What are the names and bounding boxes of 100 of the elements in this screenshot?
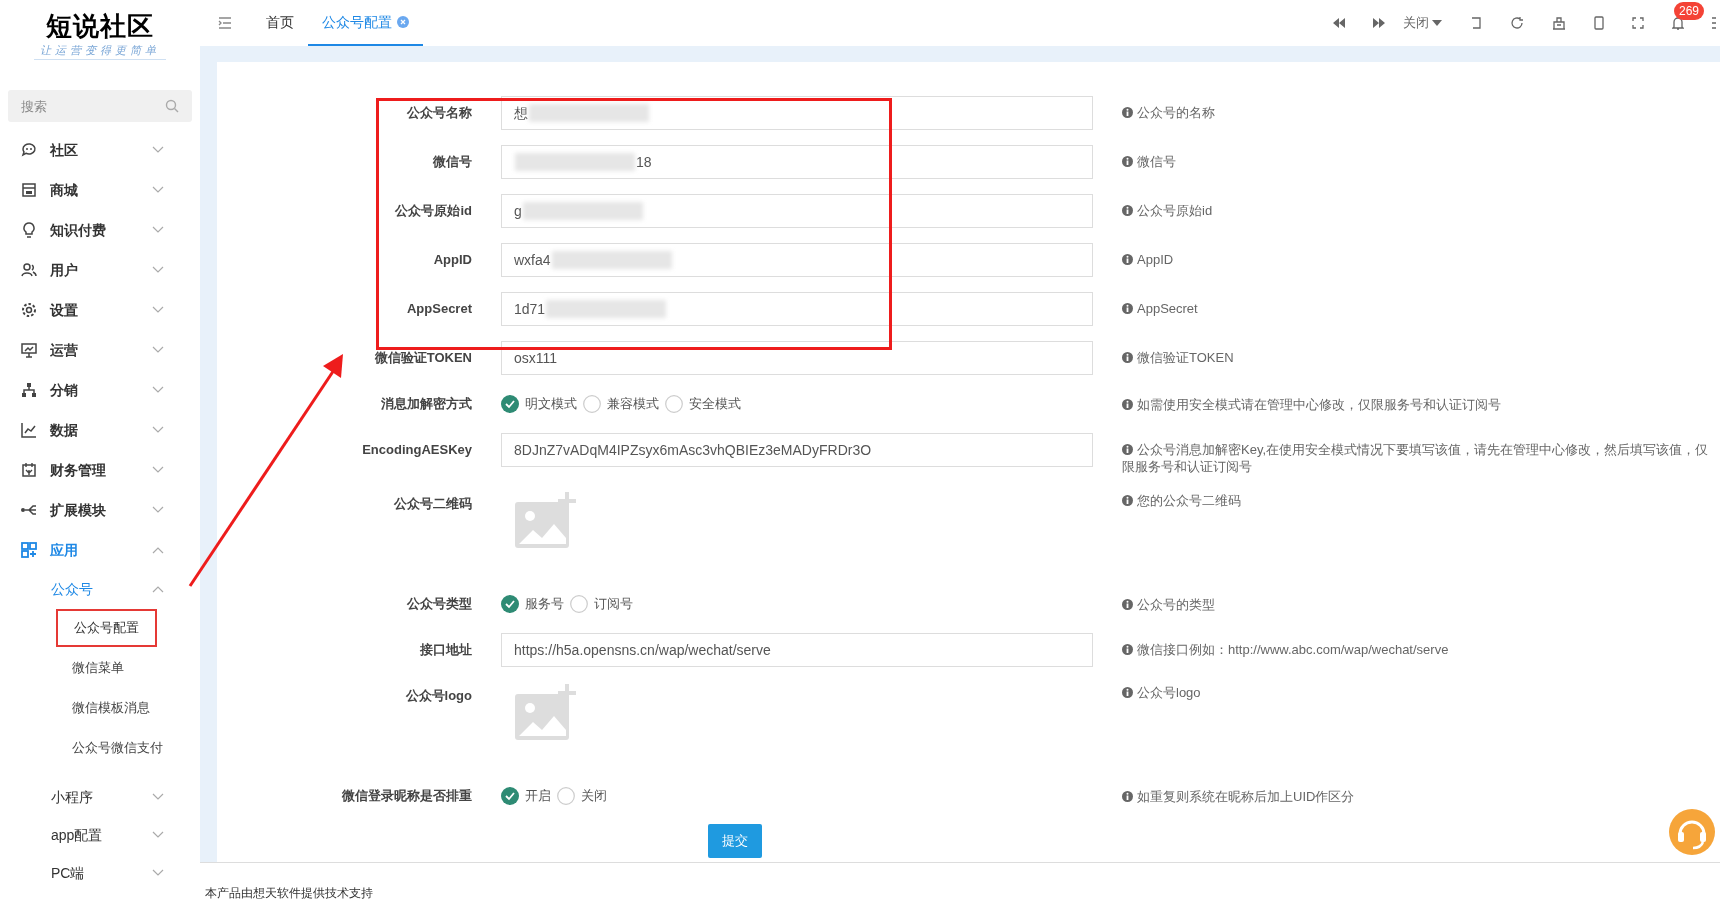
grid-icon [20, 541, 38, 559]
tab[interactable]: 首页 [252, 0, 308, 46]
radio-option[interactable]: 兼容模式 [583, 394, 659, 414]
return-icon[interactable] [1470, 17, 1482, 29]
info-icon [1122, 254, 1133, 265]
sidebar-subitem[interactable]: 微信模板消息 [56, 691, 166, 725]
sidebar-subitem[interactable]: 公众号 [0, 570, 200, 608]
radio-option[interactable]: 关闭 [557, 786, 607, 806]
sidebar-item[interactable]: 分销 [0, 370, 200, 410]
hint-text: AppSecret [1122, 301, 1198, 316]
hint-text: AppID [1122, 252, 1174, 267]
fast-forward-icon[interactable] [1373, 18, 1385, 28]
hint-text: 您的公众号二维码 [1122, 493, 1241, 508]
radio-option[interactable]: 服务号 [501, 594, 564, 614]
more-icon[interactable] [1712, 17, 1716, 29]
field-label: 消息加解密方式 [380, 395, 472, 413]
notification-badge: 269 [1674, 2, 1705, 20]
field-label: EncodingAESKey [361, 441, 472, 459]
sidebar-item[interactable]: 知识付费 [0, 210, 200, 250]
hint-text: 微信接口例如：http://www.abc.com/wap/wechat/serve [1122, 642, 1449, 657]
sidebar-item[interactable]: 用户 [0, 250, 200, 290]
building-icon[interactable] [1552, 16, 1566, 30]
line-chart-icon [20, 421, 38, 439]
info-icon [1122, 399, 1133, 410]
calendar-icon [20, 461, 38, 479]
field-label: AppSecret [405, 300, 472, 318]
sidebar-subitem[interactable]: 公众号配置 [56, 609, 157, 647]
input-field[interactable]: 1d71 [501, 292, 1093, 326]
input-field[interactable]: wxfa4 [501, 243, 1093, 277]
fullscreen-icon[interactable] [1632, 17, 1644, 29]
hint-text: 如需使用安全模式请在管理中心修改，仅限服务号和认证订阅号 [1122, 397, 1501, 412]
bell-icon[interactable] [1672, 16, 1684, 30]
info-icon [1122, 107, 1133, 118]
field-label: 微信号 [432, 153, 472, 171]
menu-fold-icon[interactable] [218, 17, 232, 29]
input-field[interactable]: 想 [501, 96, 1093, 130]
sidebar-item[interactable]: 财务管理 [0, 450, 200, 490]
logo-title: 短说社区 [46, 10, 154, 42]
chat-bubble-icon [20, 141, 38, 159]
chevron-down-icon [152, 226, 164, 234]
sidebar-item[interactable]: 运营 [0, 330, 200, 370]
sidebar-subitem[interactable]: app配置 [0, 816, 200, 854]
field-label: AppID [432, 251, 472, 269]
sidebar-subitem[interactable]: 公众号微信支付 [56, 731, 179, 765]
gear-icon [20, 301, 38, 319]
field-label: 公众号原始id [394, 202, 472, 220]
refresh-icon[interactable] [1510, 16, 1524, 30]
logo-slogan: 让运营变得更简单 [34, 42, 166, 60]
sidebar-item[interactable]: 社区 [0, 130, 200, 170]
sidebar-item[interactable]: 扩展模块 [0, 490, 200, 530]
sidebar-item[interactable]: 应用 [0, 530, 200, 570]
input-field[interactable]: 8DJnZ7vADqM4IPZsyx6mAsc3vhQBIEz3eMADyFRDr3O [501, 433, 1093, 467]
chevron-down-icon [152, 306, 164, 314]
info-icon [1122, 687, 1133, 698]
chevron-down-icon [152, 869, 164, 877]
input-field[interactable]: g [501, 194, 1093, 228]
presentation-icon [20, 341, 38, 359]
field-label: 公众号logo [404, 687, 472, 705]
chevron-up-icon [152, 546, 164, 554]
footer-text: 本产品由想天软件提供技术支持 [205, 886, 373, 900]
sidebar-subitem[interactable]: PC端 [0, 854, 200, 892]
chevron-up-icon [152, 585, 164, 593]
close-menu[interactable]: 关闭 [1403, 13, 1442, 33]
rewind-icon[interactable] [1333, 18, 1345, 28]
chevron-down-icon [152, 266, 164, 274]
chevron-down-icon [152, 426, 164, 434]
info-icon [1122, 352, 1133, 363]
info-icon [1122, 644, 1133, 655]
field-label: 接口地址 [419, 641, 472, 659]
hierarchy-icon [20, 381, 38, 399]
lightbulb-icon [20, 221, 38, 239]
chevron-down-icon [152, 186, 164, 194]
hint-text: 公众号logo [1122, 685, 1201, 700]
sidebar-subitem[interactable]: 微信菜单 [56, 651, 140, 685]
field-label: 公众号二维码 [393, 495, 472, 513]
field-label: 公众号类型 [406, 595, 472, 613]
chevron-down-icon [152, 466, 164, 474]
sidebar-item[interactable]: 数据 [0, 410, 200, 450]
info-icon [1122, 599, 1133, 610]
close-icon[interactable] [397, 16, 409, 28]
sidebar-subitem[interactable]: 小程序 [0, 778, 200, 816]
radio-option[interactable]: 安全模式 [665, 394, 741, 414]
radio-option[interactable]: 明文模式 [501, 394, 577, 414]
input-field[interactable]: 18 [501, 145, 1093, 179]
chevron-down-icon [152, 831, 164, 839]
input-field[interactable]: https://h5a.opensns.cn/wap/wechat/serve [501, 633, 1093, 667]
radio-option[interactable]: 开启 [501, 786, 551, 806]
radio-option[interactable]: 订阅号 [570, 594, 633, 614]
mobile-icon[interactable] [1594, 16, 1604, 30]
sidebar-item[interactable]: 设置 [0, 290, 200, 330]
shop-icon [20, 181, 38, 199]
info-icon [1122, 205, 1133, 216]
info-icon [1122, 444, 1133, 455]
sidebar-item[interactable]: 商城 [0, 170, 200, 210]
search-field[interactable]: 搜索 [8, 90, 192, 122]
hint-text: 公众号的名称 [1122, 105, 1215, 120]
field-label: 微信验证TOKEN [373, 349, 472, 367]
chevron-down-icon [152, 346, 164, 354]
chevron-down-icon [152, 146, 164, 154]
input-field[interactable]: osx111 [501, 341, 1093, 375]
